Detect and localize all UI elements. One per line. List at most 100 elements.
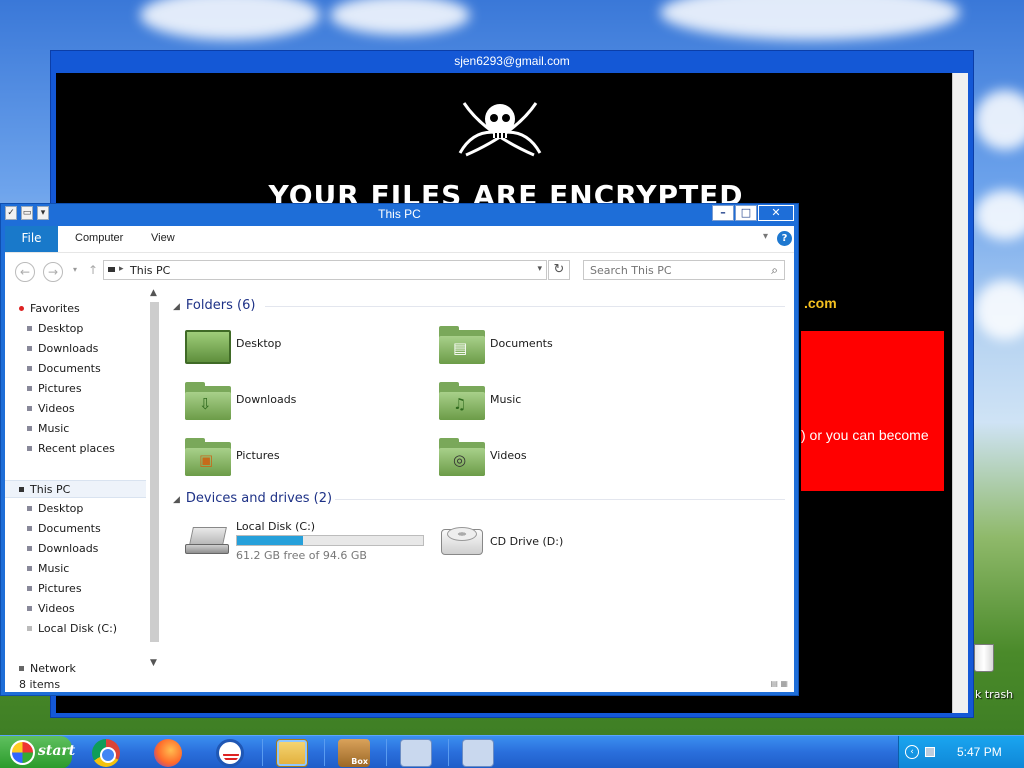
explorer-titlebar[interactable]: ✓ ▭ ▾ This PC – □ ✕ xyxy=(1,204,798,224)
network-computer-icon[interactable] xyxy=(462,739,494,767)
view-toggle-icons[interactable]: ▤ ▦ xyxy=(770,679,788,688)
taskbar-separator xyxy=(386,739,387,766)
nav-network[interactable]: Network xyxy=(5,660,146,678)
folder-tile-music[interactable]: ♫ Music xyxy=(439,380,679,424)
file-explorer-icon[interactable] xyxy=(276,739,308,767)
drive-tile-cd[interactable]: CD Drive (D:) xyxy=(439,519,699,569)
explorer-content: Favorites Desktop Downloads Documents Pi… xyxy=(5,286,794,692)
forward-button[interactable]: → xyxy=(43,262,63,282)
nav-pc-pictures[interactable]: Pictures xyxy=(5,580,146,598)
recent-places-icon xyxy=(27,446,32,451)
music-icon xyxy=(27,426,32,431)
nav-fav-recent-places[interactable]: Recent places xyxy=(5,440,146,458)
collapse-icon[interactable]: ◢ xyxy=(173,495,180,505)
nav-fav-videos[interactable]: Videos xyxy=(5,400,146,418)
folders-section-header[interactable]: ◢ Folders (6) xyxy=(173,298,255,313)
windows-logo-icon xyxy=(10,740,35,765)
nav-pc-desktop[interactable]: Desktop xyxy=(5,500,146,518)
firefox-icon[interactable] xyxy=(154,739,182,767)
network-computer-icon[interactable] xyxy=(400,739,432,767)
chrome-icon[interactable] xyxy=(92,739,120,767)
ransom-scrollbar[interactable] xyxy=(952,73,968,713)
scroll-down-icon[interactable]: ▼ xyxy=(150,658,157,668)
hard-drive-icon xyxy=(185,527,229,557)
taskbar-separator xyxy=(262,739,263,766)
taskbar-separator xyxy=(448,739,449,766)
divider xyxy=(335,499,785,500)
scroll-up-icon[interactable]: ▲ xyxy=(150,288,157,298)
search-box[interactable]: ⌕ xyxy=(583,260,785,280)
back-button[interactable]: ← xyxy=(15,262,35,282)
box-app-icon[interactable]: Box xyxy=(338,739,370,767)
start-button[interactable]: start xyxy=(0,736,75,768)
folder-tile-downloads[interactable]: ⇩ Downloads xyxy=(185,380,425,424)
breadcrumb[interactable]: This PC xyxy=(130,264,170,277)
nav-pc-local-disk[interactable]: Local Disk (C:) xyxy=(5,620,146,638)
documents-icon xyxy=(27,526,32,531)
nav-pc-downloads[interactable]: Downloads xyxy=(5,540,146,558)
downloads-folder-icon: ⇩ xyxy=(185,382,231,420)
folder-tile-desktop[interactable]: Desktop xyxy=(185,324,425,368)
recycle-bin-icon[interactable] xyxy=(972,636,996,676)
maximize-button[interactable]: □ xyxy=(735,205,757,221)
address-bar[interactable]: ▸ This PC ▾ xyxy=(103,260,547,280)
minimize-button[interactable]: – xyxy=(712,205,734,221)
close-button[interactable]: ✕ xyxy=(758,205,794,221)
ransom-window-title: sjen6293@gmail.com xyxy=(454,54,570,68)
system-tray: ‹ 5:47 PM xyxy=(898,736,1024,768)
recycle-bin-label[interactable]: k trash xyxy=(975,688,1013,701)
up-button[interactable]: ↑ xyxy=(88,263,98,277)
cloud xyxy=(975,190,1024,240)
network-icon xyxy=(19,666,24,671)
ransom-red-text: ) or you can become xyxy=(801,427,929,443)
recent-locations-icon[interactable]: ▾ xyxy=(73,265,77,274)
network-status-icon[interactable] xyxy=(925,747,935,757)
collapse-icon[interactable]: ◢ xyxy=(173,302,180,312)
tab-computer[interactable]: Computer xyxy=(75,232,123,244)
explorer-window: ✓ ▭ ▾ This PC – □ ✕ File Computer View ▾… xyxy=(0,203,799,696)
cloud xyxy=(660,0,960,40)
folder-tile-pictures[interactable]: ▣ Pictures xyxy=(185,436,425,480)
nav-scrollbar[interactable]: ▲ ▼ xyxy=(148,288,161,672)
explorer-title: This PC xyxy=(378,207,421,221)
nav-fav-downloads[interactable]: Downloads xyxy=(5,340,146,358)
cloud xyxy=(140,0,320,40)
pictures-folder-icon: ▣ xyxy=(185,438,231,476)
folder-tile-videos[interactable]: ◎ Videos xyxy=(439,436,679,480)
folder-tile-documents[interactable]: ▤ Documents xyxy=(439,324,679,368)
nav-fav-desktop[interactable]: Desktop xyxy=(5,320,146,338)
cd-drive-icon xyxy=(439,525,485,559)
search-icon[interactable]: ⌕ xyxy=(771,263,778,278)
status-bar-count: 8 items xyxy=(19,678,61,691)
tab-view[interactable]: View xyxy=(151,232,175,244)
obama-logo-icon[interactable] xyxy=(216,739,244,767)
nav-fav-documents[interactable]: Documents xyxy=(5,360,146,378)
search-input[interactable] xyxy=(590,264,760,277)
nav-pc-music[interactable]: Music xyxy=(5,560,146,578)
disk-usage-bar xyxy=(236,535,424,546)
help-icon[interactable]: ? xyxy=(777,231,792,246)
drive-tile-local-disk[interactable]: Local Disk (C:) 61.2 GB free of 94.6 GB xyxy=(185,519,445,569)
refresh-button[interactable]: ↻ xyxy=(548,260,570,280)
show-hidden-icons-icon[interactable]: ‹ xyxy=(905,745,919,759)
devices-section-header[interactable]: ◢ Devices and drives (2) xyxy=(173,491,332,506)
clock[interactable]: 5:47 PM xyxy=(957,745,1002,759)
pictures-icon xyxy=(27,586,32,591)
music-icon xyxy=(27,566,32,571)
favorites-icon xyxy=(19,306,24,311)
nav-this-pc[interactable]: This PC xyxy=(5,480,146,498)
scrollbar-thumb[interactable] xyxy=(150,302,159,642)
divider xyxy=(265,306,785,307)
address-dropdown-icon[interactable]: ▾ xyxy=(537,264,542,274)
nav-fav-pictures[interactable]: Pictures xyxy=(5,380,146,398)
address-row: ← → ▾ ↑ ▸ This PC ▾ ↻ ⌕ xyxy=(5,252,794,286)
breadcrumb-chevron-icon[interactable]: ▸ xyxy=(119,264,124,274)
nav-pc-documents[interactable]: Documents xyxy=(5,520,146,538)
computer-icon xyxy=(19,487,24,492)
nav-favorites[interactable]: Favorites xyxy=(5,300,146,318)
nav-pc-videos[interactable]: Videos xyxy=(5,600,146,618)
expand-ribbon-icon[interactable]: ▾ xyxy=(763,231,768,242)
documents-folder-icon: ▤ xyxy=(439,326,485,364)
nav-fav-music[interactable]: Music xyxy=(5,420,146,438)
tab-file[interactable]: File xyxy=(5,226,58,252)
